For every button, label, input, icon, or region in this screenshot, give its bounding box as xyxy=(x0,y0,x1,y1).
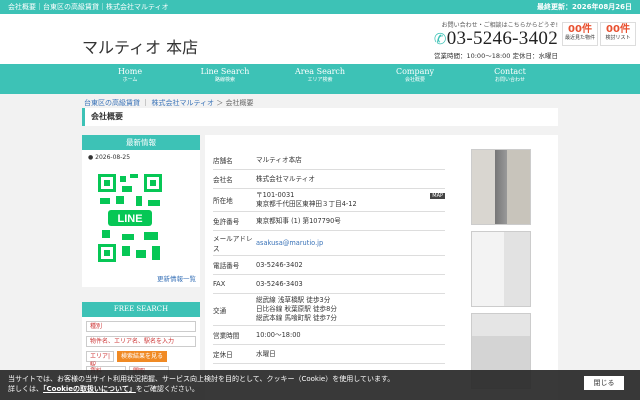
nav-area-search[interactable]: Area Search エリア検索 xyxy=(273,64,368,94)
nav-company[interactable]: Company 会社概要 xyxy=(368,64,463,94)
recent-viewed-counter[interactable]: 00件 最近見た物件 xyxy=(562,22,598,46)
info-row-fax: FAX 03-5246-3403 xyxy=(213,275,445,294)
map-button[interactable]: MAP xyxy=(430,193,445,199)
breadcrumb-current: 会社概要 xyxy=(225,99,254,107)
info-row-license: 免許番号 東京都知事 (1) 第107790号 xyxy=(213,212,445,231)
company-info-table: 店舗名 マルティオ本店 会社名 株式会社マルティオ 所在地 〒101-0031 東京都… xyxy=(213,151,445,364)
cookie-text-line2: 詳しくは、「Cookieの取扱いについて」をご確認ください。 xyxy=(8,385,199,393)
last-updated: 最終更新：2026年08月26日 xyxy=(537,3,632,11)
area-select[interactable]: エリア|駅 xyxy=(86,351,114,369)
svg-text:LINE: LINE xyxy=(117,213,142,225)
nav-line-search[interactable]: Line Search 路線検索 xyxy=(178,64,273,94)
free-search-header: FREE SEARCH xyxy=(82,302,200,317)
news-box: ● 2026-08-25 LINE 更新情報一覧 xyxy=(82,150,200,287)
logo[interactable]: マルティオ 本店 xyxy=(82,34,198,58)
info-row-hours: 営業時間 10:00〜18:00 xyxy=(213,326,445,345)
favorites-counter[interactable]: 00件 検討リスト xyxy=(600,22,636,46)
breadcrumb: 台東区の高級賃貸 ｜ 株式会社マルティオ ＞ 会社概要 xyxy=(84,99,254,107)
info-row-email: メールアドレス asakusa@marutio.jp xyxy=(213,231,445,256)
header: マルティオ 本店 お問い合わせ・ご相談はこちらからどうぞ! ✆03-5246-3… xyxy=(0,14,640,64)
info-row-address: 所在地 〒101-0031 東京都千代田区東神田３丁目4-12 MAP xyxy=(213,189,445,212)
news-more-link[interactable]: 更新情報一覧 xyxy=(157,273,196,283)
search-button[interactable]: 検索結果を見る xyxy=(117,351,168,362)
cookie-banner: 当サイトでは、お客様の当サイト利用状況把握、サービス向上検討を目的として、クッキ… xyxy=(0,370,640,400)
info-row-company: 会社名 株式会社マルティオ xyxy=(213,170,445,189)
nav-home[interactable]: Home ホーム xyxy=(83,64,178,94)
cookie-close-button[interactable]: 閉じる xyxy=(584,376,624,390)
news-date: ● 2026-08-25 xyxy=(88,154,131,161)
email-link[interactable]: asakusa@marutio.jp xyxy=(256,239,323,247)
contact-block: お問い合わせ・ご相談はこちらからどうぞ! ✆03-5246-3402 営業時間：… xyxy=(408,20,558,60)
counters: 00件 最近見た物件 00件 検討リスト xyxy=(562,22,636,46)
phone-icon: ✆ xyxy=(433,32,447,48)
info-row-access: 交通 総武線 浅草橋駅 徒歩3分 日比谷線 秋葉原駅 徒歩8分 総武本線 馬喰町駅… xyxy=(213,294,445,326)
info-row-store: 店舗名 マルティオ本店 xyxy=(213,151,445,170)
interior-photo[interactable] xyxy=(471,231,531,307)
search-options: エリア|駅 検索結果を見る xyxy=(86,351,196,369)
main-nav: Home ホーム Line Search 路線検索 Area Search エリア検索… xyxy=(0,64,640,94)
line-qr-code[interactable]: LINE xyxy=(96,172,164,264)
company-info-panel: 店舗名 マルティオ本店 会社名 株式会社マルティオ 所在地 〒101-0031 東京都… xyxy=(205,135,558,400)
breadcrumb-link-area[interactable]: 台東区の高級賃貸 xyxy=(84,99,140,107)
info-row-holiday: 定休日 水曜日 xyxy=(213,345,445,364)
building-exterior-photo[interactable] xyxy=(471,149,531,225)
business-hours: 営業時間：10:00〜18:00 定休日：水曜日 xyxy=(433,52,558,60)
sidebar: 最新情報 ● 2026-08-25 LINE 更新情報一覧 FREE SEARC… xyxy=(82,135,200,387)
breadcrumb-link-company[interactable]: 株式会社マルティオ xyxy=(151,99,214,107)
top-breadcrumb[interactable]: 会社概要｜台東区の高級賃貸｜株式会社マルティオ xyxy=(8,3,169,11)
cookie-policy-link[interactable]: 「Cookieの取扱いについて」 xyxy=(43,385,136,393)
nav-contact[interactable]: Contact お問い合わせ xyxy=(463,64,558,94)
phone-number[interactable]: ✆03-5246-3402 xyxy=(408,29,558,50)
top-bar: 会社概要｜台東区の高級賃貸｜株式会社マルティオ 最終更新：2026年08月26日 xyxy=(0,0,640,14)
cookie-text-line1: 当サイトでは、お客様の当サイト利用状況把握、サービス向上検討を目的として、クッキ… xyxy=(8,375,395,383)
news-header: 最新情報 xyxy=(82,135,200,150)
search-type-select[interactable]: 種別 xyxy=(86,321,196,332)
page-title: 会社概要 xyxy=(82,108,558,126)
info-row-tel: 電話番号 03-5246-3402 xyxy=(213,256,445,275)
search-input[interactable]: 物件名、エリア名、駅名を入力 xyxy=(86,336,196,347)
